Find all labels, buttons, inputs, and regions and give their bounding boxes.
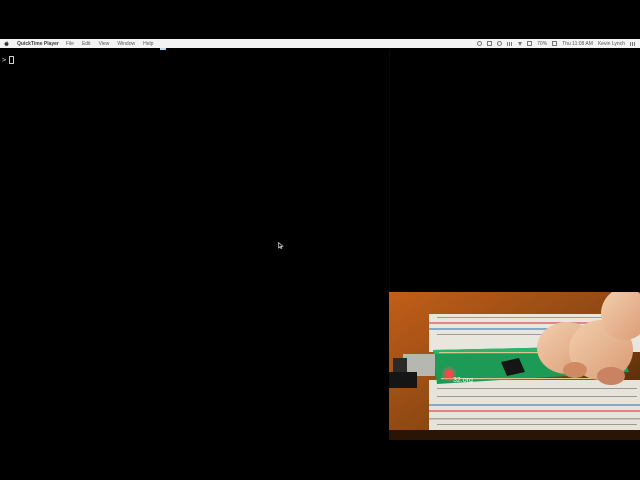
camera-video-feed: 32.org: [389, 292, 640, 440]
prompt-symbol: >: [2, 56, 7, 64]
menu-window[interactable]: Window: [117, 41, 135, 47]
volume-icon[interactable]: [527, 41, 533, 46]
status-icon-2[interactable]: [487, 41, 493, 46]
battery-icon[interactable]: [552, 41, 558, 46]
prompt-line[interactable]: >: [2, 56, 15, 64]
text-cursor: [9, 56, 15, 64]
menu-edit[interactable]: Edit: [82, 41, 91, 47]
wifi-icon[interactable]: [518, 41, 523, 46]
menu-bar: QuickTime Player File Edit View Window H…: [0, 39, 640, 48]
mouse-pointer-icon: [278, 236, 284, 249]
status-icon-4[interactable]: [507, 41, 514, 46]
app-name-menu[interactable]: QuickTime Player: [17, 41, 59, 47]
terminal-window[interactable]: >: [0, 50, 390, 480]
screen: QuickTime Player File Edit View Window H…: [0, 0, 640, 480]
notification-center-icon[interactable]: [630, 41, 636, 46]
menu-view[interactable]: View: [99, 41, 110, 47]
menu-help[interactable]: Help: [143, 41, 153, 47]
window-divider: [389, 50, 390, 292]
menu-clock[interactable]: Thu 11:08 AM: [562, 41, 593, 47]
user-name-menu[interactable]: Kevin Lynch: [598, 41, 625, 47]
menu-file[interactable]: File: [66, 41, 74, 47]
status-icon-1[interactable]: [477, 41, 483, 46]
status-icon-3[interactable]: [497, 41, 503, 46]
status-area: 70% Thu 11:08 AM Kevin Lynch: [477, 41, 636, 47]
apple-logo-icon[interactable]: [4, 41, 9, 46]
battery-percentage[interactable]: 70%: [537, 41, 547, 47]
breadboard-scene: 32.org: [389, 292, 640, 440]
board-label-text: 32.org: [453, 377, 473, 384]
